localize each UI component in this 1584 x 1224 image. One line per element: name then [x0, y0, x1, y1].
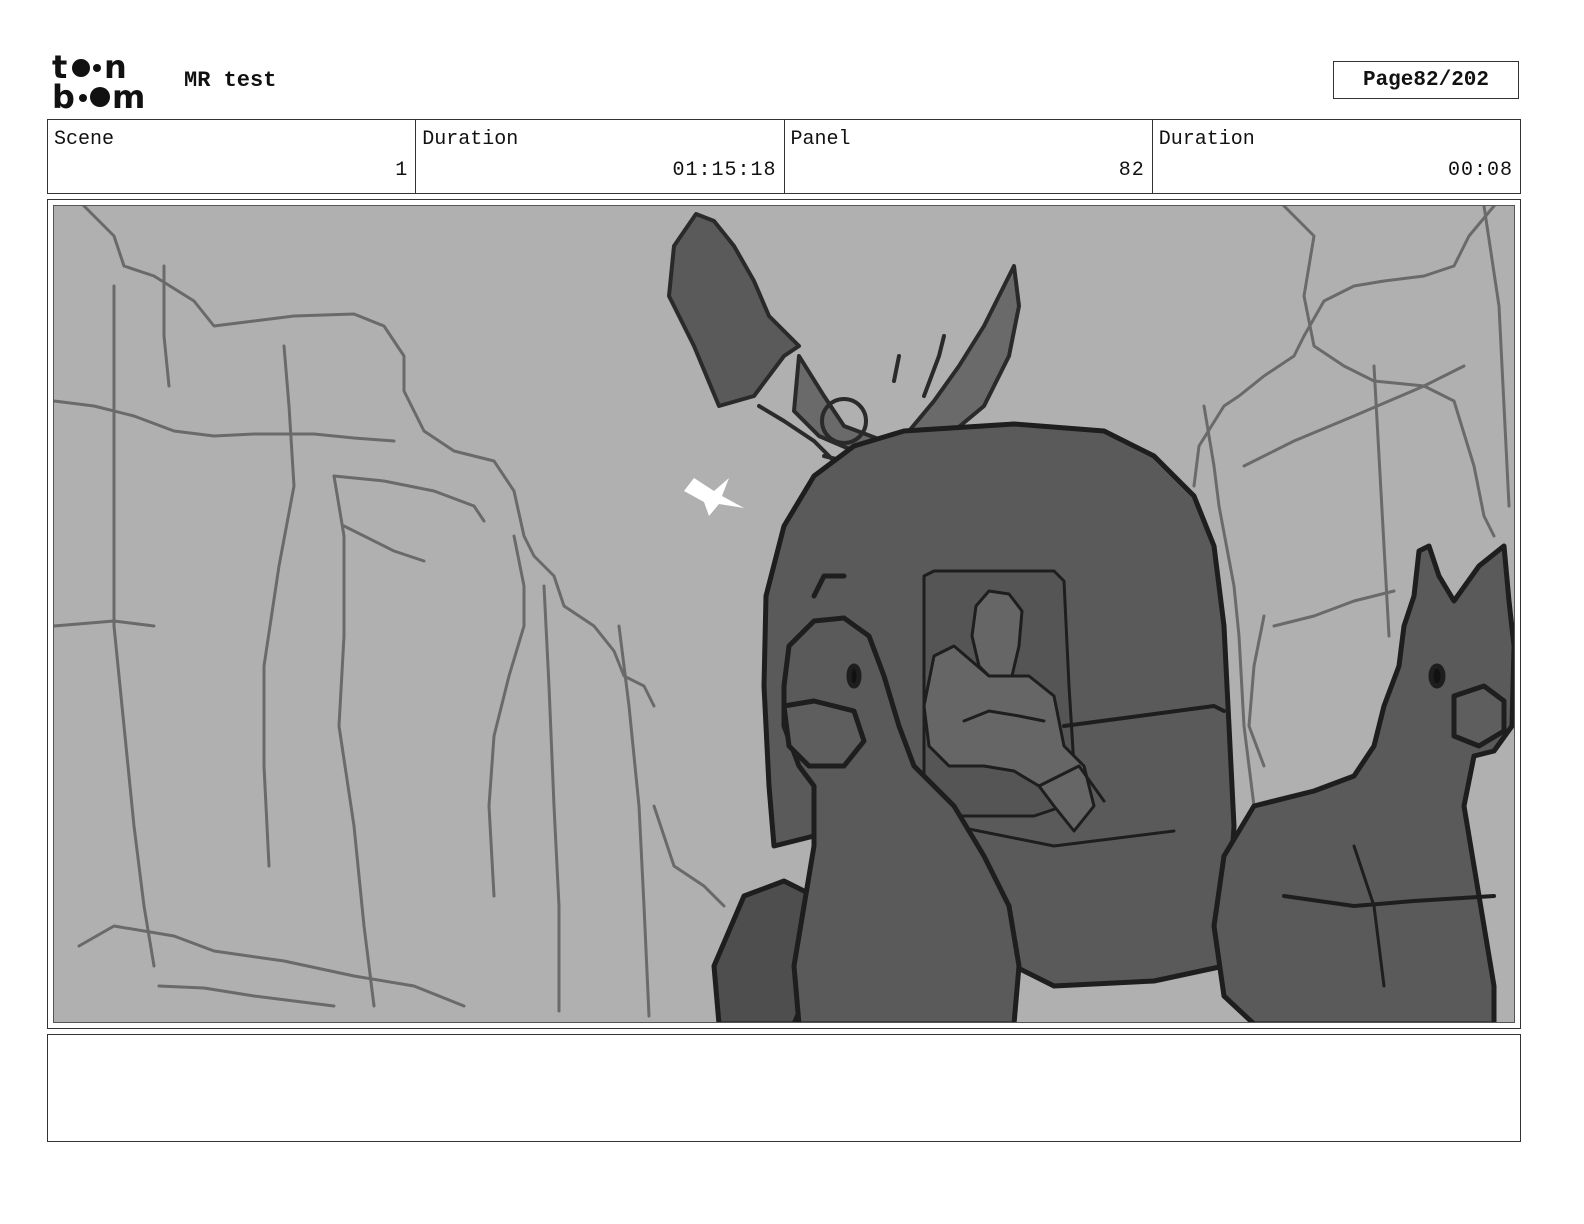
panel-duration-label: Duration — [1158, 128, 1255, 151]
svg-text:b: b — [52, 78, 75, 112]
project-title: MR test — [184, 68, 277, 93]
panel-duration-value: 00:08 — [1447, 159, 1513, 182]
panel-label: Panel — [790, 128, 851, 151]
logo-icon: t n b m — [52, 48, 145, 116]
scene-duration-label: Duration — [422, 128, 519, 151]
storyboard-panel-image — [53, 205, 1515, 1023]
panel-notes-box — [47, 1034, 1521, 1142]
page-label: Page — [1362, 68, 1414, 92]
storyboard-panel-frame — [47, 199, 1521, 1029]
scene-duration-cell: Duration 01:15:18 — [416, 120, 785, 193]
toon-boom-logo: t n b m — [50, 48, 162, 116]
svg-text:m: m — [112, 78, 145, 112]
panel-cell: Panel 82 — [785, 120, 1153, 193]
page-number: 82/202 — [1413, 68, 1490, 92]
scene-value: 1 — [395, 159, 409, 182]
scene-label: Scene — [54, 128, 115, 151]
panel-duration-cell: Duration 00:08 — [1153, 120, 1520, 193]
scene-duration-value: 01:15:18 — [672, 159, 777, 182]
page-indicator: Page 82/202 — [1333, 61, 1519, 99]
panel-info-row: Scene 1 Duration 01:15:18 Panel 82 Durat… — [47, 119, 1521, 194]
scene-cell: Scene 1 — [48, 120, 417, 193]
panel-sketch — [54, 206, 1514, 1022]
panel-value: 82 — [1118, 159, 1145, 182]
